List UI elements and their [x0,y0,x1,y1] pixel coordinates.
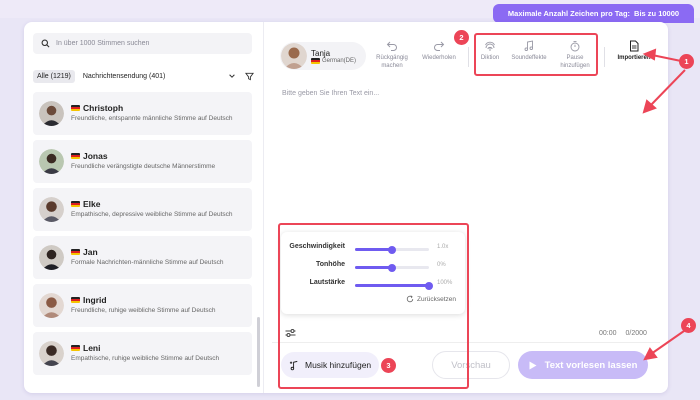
avatar [281,43,307,69]
import-button[interactable]: Importieren [614,40,654,63]
voice-name: Leni [83,343,101,354]
avatar [39,341,64,366]
avatar [39,101,64,126]
redo-label: Wiederholen [422,55,456,61]
selected-voice-language: German(DE) [322,57,357,64]
voice-sidebar: In über 1000 Stimmen suchen Alle (1219) … [24,22,264,393]
voice-list: Christoph Freundliche, entspannte männli… [33,92,252,380]
filter-icon[interactable] [245,72,254,81]
voice-card-jonas[interactable]: Jonas Freundliche verängstigte deutsche … [33,140,252,183]
annotation-box-settings-area [278,223,469,389]
voice-card-elke[interactable]: Elke Empathische, depressive weibliche S… [33,188,252,231]
redo-icon [434,41,445,51]
selected-voice-chip[interactable]: Tanja German(DE) [280,42,366,70]
avatar [39,293,64,318]
avatar [39,245,64,270]
editor-placeholder: Bitte geben Sie Ihren Text ein... [282,90,380,97]
voice-search[interactable]: In über 1000 Stimmen suchen [33,33,252,54]
read-text-button[interactable]: Text vorlesen lassen [518,351,648,379]
undo-label-2: machen [381,62,403,69]
search-icon [41,39,50,48]
annotation-badge-2: 2 [454,30,469,45]
toolbar-divider [468,47,469,67]
redo-button[interactable]: Wiederholen [418,40,460,63]
filter-all[interactable]: Alle (1219) [33,69,75,83]
time-and-count: 00:00 0/2000 [599,330,647,337]
voice-name: Jan [83,247,98,258]
limit-value: Bis zu 10000 [634,9,680,18]
play-icon [529,361,537,369]
avatar [39,197,64,222]
document-icon [630,40,639,52]
voice-name: Christoph [83,103,124,114]
germany-flag-icon [71,153,80,160]
annotation-badge-1: 1 [679,54,694,69]
annotation-badge-3: 3 [381,358,396,373]
voice-card-leni[interactable]: Leni Empathische, ruhige weibliche Stimm… [33,332,252,375]
chevron-down-icon[interactable] [228,72,236,80]
voice-name: Jonas [83,151,108,162]
undo-label: Rückgängig [376,55,408,61]
voice-description: Formale Nachrichten-männliche Stimme auf… [71,259,224,267]
germany-flag-icon [71,105,80,112]
germany-flag-icon [71,345,80,352]
voice-description: Empathische, depressive weibliche Stimme… [71,211,233,219]
character-count: 0/2000 [625,330,647,337]
voice-description: Empathische, ruhige weibliche Stimme auf… [71,355,220,363]
toolbar-divider [604,47,605,67]
selected-voice-name: Tanja [311,48,331,58]
daily-limit-banner: Maximale Anzahl Zeichen pro Tag: Bis zu … [493,4,694,23]
filter-category[interactable]: Nachrichtensendung (401) [79,70,170,83]
sidebar-scrollbar[interactable] [257,317,260,387]
germany-flag-icon [71,201,80,208]
text-editor[interactable]: Bitte geben Sie Ihren Text ein... [282,90,379,97]
voice-name: Elke [83,199,101,210]
undo-button[interactable]: Rückgängig machen [372,40,412,70]
read-text-label: Text vorlesen lassen [544,359,638,371]
voice-card-christoph[interactable]: Christoph Freundliche, entspannte männli… [33,92,252,135]
voice-card-jan[interactable]: Jan Formale Nachrichten-männliche Stimme… [33,236,252,279]
filter-bar: Alle (1219) Nachrichtensendung (401) [33,68,254,84]
annotation-box-toolbar-tools [474,33,598,76]
voice-description: Freundliche, entspannte männliche Stimme… [71,115,233,123]
avatar [39,149,64,174]
voice-name: Ingrid [83,295,107,306]
import-label: Importieren [617,55,651,61]
voice-card-ingrid[interactable]: Ingrid Freundliche, ruhige weibliche Sti… [33,284,252,327]
limit-text: Maximale Anzahl Zeichen pro Tag: [507,9,631,18]
germany-flag-icon [311,57,320,64]
annotation-badge-4: 4 [681,318,696,333]
germany-flag-icon [71,249,80,256]
search-placeholder: In über 1000 Stimmen suchen [56,40,150,47]
voice-description: Freundliche, ruhige weibliche Stimme auf… [71,307,216,315]
voice-description: Freundliche verängstigte deutsche Männer… [71,163,216,171]
undo-icon [386,41,397,51]
audio-time: 00:00 [599,330,617,337]
germany-flag-icon [71,297,80,304]
